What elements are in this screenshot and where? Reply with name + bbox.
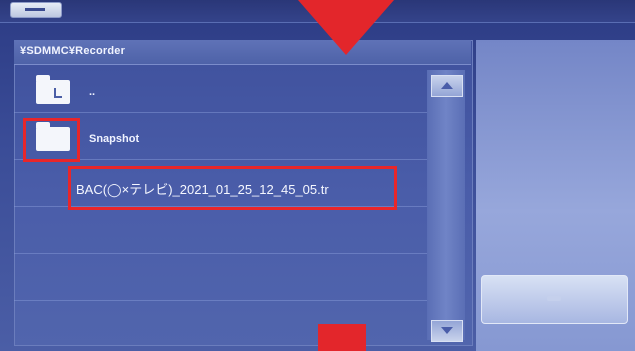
- chevron-down-icon: [441, 327, 453, 334]
- recorder-screen: ¥SDMMC¥Recorder .. Snapshot BAC(◯×テレビ)_2…: [0, 0, 635, 351]
- file-highlight-box: [68, 166, 397, 210]
- list-item-label: Snapshot: [89, 133, 140, 145]
- scroll-down-button[interactable]: [431, 320, 463, 342]
- scrollbar[interactable]: [427, 70, 465, 340]
- list-item-parent-folder[interactable]: ..: [14, 66, 427, 113]
- annotation-arrow-icon: [298, 0, 394, 55]
- up-arrow-icon: [54, 88, 62, 98]
- list-item-empty: [14, 254, 427, 301]
- list-item-empty: [14, 207, 427, 254]
- action-button[interactable]: [481, 275, 628, 324]
- back-arrow-icon: [25, 8, 45, 11]
- button-mark-icon: [547, 296, 561, 301]
- annotation-marker: [318, 324, 366, 351]
- back-button[interactable]: [10, 2, 62, 18]
- scroll-up-button[interactable]: [431, 75, 463, 97]
- current-path: ¥SDMMC¥Recorder: [20, 45, 126, 57]
- folder-up-icon: [36, 75, 70, 104]
- folder-highlight-box: [23, 118, 80, 162]
- list-item-label: ..: [89, 86, 96, 98]
- chevron-up-icon: [441, 82, 453, 89]
